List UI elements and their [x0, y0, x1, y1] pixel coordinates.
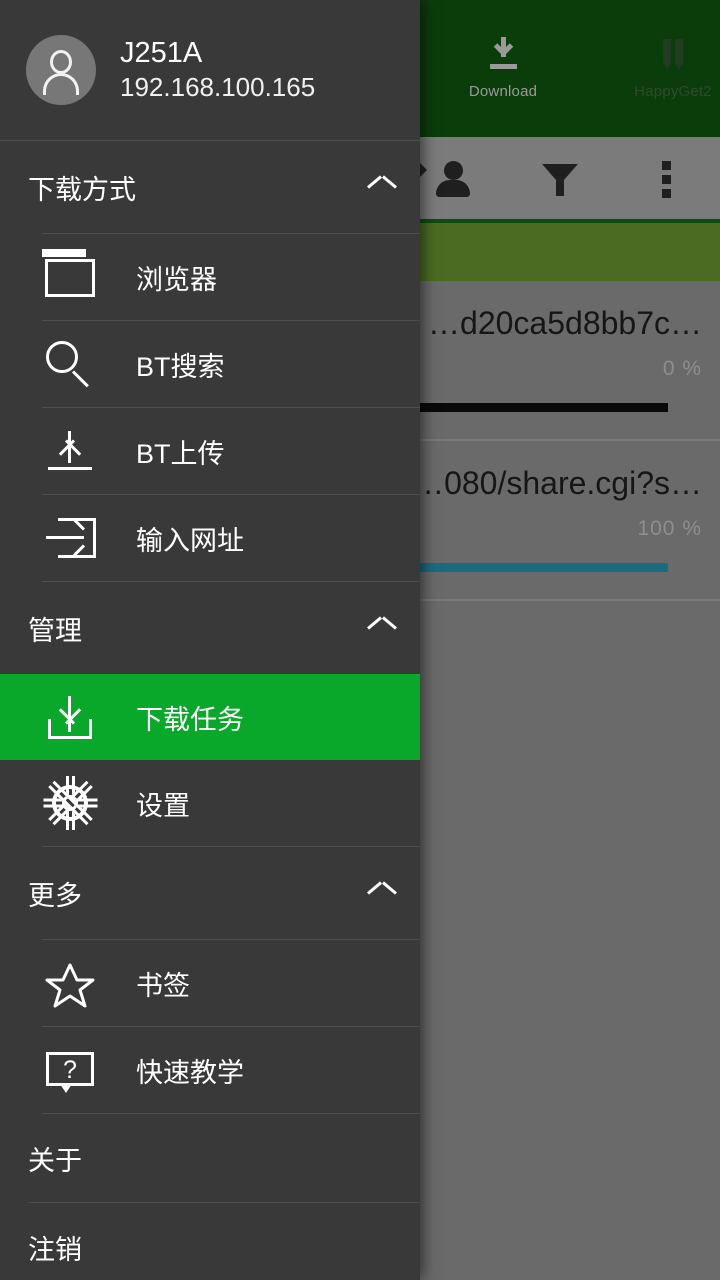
chevron-up-icon[interactable]	[368, 620, 396, 636]
tab-happyget2[interactable]: HappyGet2	[588, 0, 720, 137]
sidebar-item-label: 快速教学	[136, 1057, 244, 1088]
sidebar-item-logout[interactable]: 注销	[0, 1203, 420, 1280]
task-percent: 0 %	[662, 357, 702, 380]
sidebar-item-about[interactable]: 关于	[0, 1114, 420, 1202]
gear-icon	[42, 775, 98, 831]
filter-icon[interactable]	[538, 156, 582, 200]
sidebar-item-label: 关于	[28, 1145, 82, 1176]
chevron-up-icon[interactable]	[368, 885, 396, 901]
app-root: Download HappyGet2 …d20ca5d8bb7c… 0 % …0…	[0, 0, 720, 1280]
download-arrow-icon	[486, 37, 520, 75]
profile-ip: 192.168.100.165	[120, 71, 316, 102]
tab-download-label: Download	[468, 83, 538, 100]
tab-download[interactable]: Download	[418, 0, 588, 137]
sidebar-item-label: 注销	[28, 1234, 82, 1265]
happyget-brand-icon	[656, 37, 690, 75]
browser-icon	[42, 249, 98, 305]
section-title: 下载方式	[28, 174, 136, 205]
sidebar-item-enter-url[interactable]: 输入网址	[0, 495, 420, 581]
sidebar-item-browser[interactable]: 浏览器	[0, 234, 420, 320]
sidebar-item-label: BT上传	[136, 438, 225, 469]
section-title: 管理	[28, 615, 82, 646]
overflow-menu-icon[interactable]	[645, 156, 689, 200]
star-icon	[42, 955, 98, 1011]
help-icon: ?	[42, 1042, 98, 1098]
profile-header[interactable]: J251A 192.168.100.165	[0, 0, 420, 140]
tab-happyget2-label: HappyGet2	[634, 83, 712, 100]
section-header-download-methods[interactable]: 下载方式	[0, 141, 420, 233]
sidebar-item-settings[interactable]: 设置	[0, 760, 420, 846]
upload-icon	[42, 423, 98, 479]
section-header-management[interactable]: 管理	[0, 582, 420, 674]
navigation-drawer: J251A 192.168.100.165 下载方式 浏览器 BT搜索 BT上传…	[0, 0, 420, 1280]
sidebar-item-label: 输入网址	[136, 525, 244, 556]
section-title: 更多	[28, 880, 82, 911]
sidebar-item-label: 书签	[136, 970, 190, 1001]
profile-name: J251A	[120, 37, 203, 70]
download-icon	[42, 689, 98, 745]
chevron-up-icon[interactable]	[368, 179, 396, 195]
sidebar-item-label: 下载任务	[136, 704, 244, 735]
sidebar-item-bt-search[interactable]: BT搜索	[0, 321, 420, 407]
sidebar-item-quick-tutorial[interactable]: ? 快速教学	[0, 1027, 420, 1113]
search-icon	[42, 336, 98, 392]
section-header-more[interactable]: 更多	[0, 847, 420, 939]
enter-url-icon	[42, 510, 98, 566]
task-percent: 100 %	[637, 517, 702, 540]
sidebar-item-label: 浏览器	[136, 264, 217, 295]
person-icon[interactable]	[431, 156, 475, 200]
sidebar-item-label: 设置	[136, 790, 190, 821]
sidebar-item-download-tasks[interactable]: 下载任务	[0, 674, 420, 760]
sidebar-item-bookmarks[interactable]: 书签	[0, 940, 420, 1026]
person-avatar-icon	[26, 35, 96, 105]
sidebar-item-bt-upload[interactable]: BT上传	[0, 408, 420, 494]
sidebar-item-label: BT搜索	[136, 351, 225, 382]
